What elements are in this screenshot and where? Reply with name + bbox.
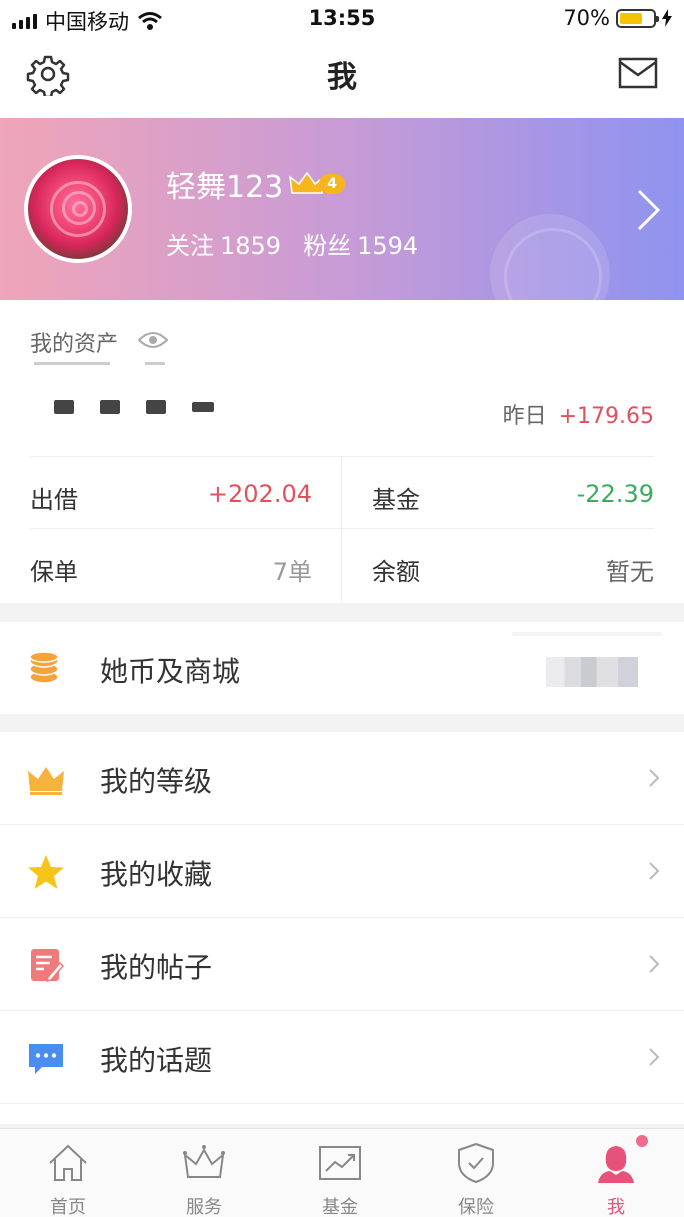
tab-fund[interactable]: 基金 — [272, 1129, 408, 1217]
eye-icon[interactable] — [138, 330, 168, 350]
follow-stats: 关注 1859 粉丝 1594 — [166, 226, 424, 261]
username: 轻舞123 4 — [166, 162, 346, 206]
coins-mall-row[interactable]: 她币及商城 — [0, 622, 684, 714]
user-icon — [598, 1146, 634, 1183]
menu-item-label: 我的收藏 — [100, 858, 213, 891]
menu-item-topics[interactable]: 我的话题 — [0, 1011, 684, 1104]
tab-me[interactable]: 我 — [548, 1129, 684, 1217]
chevron-right-icon — [649, 862, 660, 880]
chevron-right-icon — [649, 955, 660, 973]
assets-title: 我的资产 — [30, 332, 119, 357]
charging-icon — [662, 9, 672, 27]
blurred-line — [512, 632, 662, 636]
level-number: 4 — [319, 174, 346, 194]
status-bar: 中国移动 13:55 70% — [0, 0, 684, 40]
profile-banner[interactable]: 轻舞123 4 关注 1859 粉丝 1594 — [0, 118, 684, 300]
masked-balance — [54, 400, 214, 414]
page-title: 我 — [327, 60, 357, 95]
asset-cell-label: 出借 — [30, 486, 78, 514]
home-icon — [49, 1144, 87, 1181]
yesterday-label: 昨日 — [502, 404, 547, 429]
menu-item-favorites[interactable]: 我的收藏 — [0, 825, 684, 918]
tab-insurance[interactable]: 保险 — [408, 1129, 544, 1217]
menu-item-label: 我的帖子 — [100, 951, 213, 984]
coins-mall-label: 她币及商城 — [100, 655, 241, 688]
coins-icon — [29, 651, 59, 684]
menu-item-level[interactable]: 我的等级 — [0, 732, 684, 825]
tab-bar: 首页 服务 基金 保险 我 — [0, 1128, 684, 1217]
tab-home[interactable]: 首页 — [0, 1129, 136, 1217]
asset-cell-value: -22.39 — [576, 480, 654, 508]
avatar[interactable] — [24, 155, 132, 263]
chevron-right-icon[interactable] — [636, 188, 662, 232]
crown-icon — [28, 767, 64, 795]
chat-icon — [29, 1044, 63, 1074]
username-text: 轻舞123 — [166, 170, 284, 205]
battery-icon — [616, 8, 659, 28]
asset-cell-value: +202.04 — [207, 480, 312, 508]
tab-underline-small — [145, 362, 165, 365]
status-right: 70% — [563, 6, 672, 30]
menu-list: 我的等级 我的收藏 我的帖子 我的话题 — [0, 732, 684, 1124]
level-badge: 4 — [289, 171, 346, 197]
yuan-watermark-icon — [490, 214, 610, 300]
assets-card: 我的资产 昨日 +179.65 出借 +202.04 基金 -22.39 保单 7… — [0, 300, 684, 603]
tab-label: 基金 — [322, 1197, 358, 1217]
asset-cell-label: 余额 — [372, 558, 420, 586]
shield-icon — [458, 1142, 494, 1184]
post-icon — [31, 949, 65, 983]
asset-cell-value: 暂无 — [606, 558, 654, 586]
notification-dot — [636, 1135, 648, 1147]
tab-label: 保险 — [458, 1197, 494, 1217]
follow-count[interactable]: 1859 — [220, 232, 281, 260]
tab-services[interactable]: 服务 — [136, 1129, 272, 1217]
nav-bar: 我 — [0, 40, 684, 118]
gear-icon[interactable] — [26, 52, 70, 96]
signal-icon — [12, 13, 37, 29]
status-left: 中国移动 — [12, 6, 163, 36]
asset-cell-label: 基金 — [372, 486, 420, 514]
tab-label: 我 — [607, 1197, 625, 1217]
battery-percent: 70% — [563, 6, 610, 30]
fans-count[interactable]: 1594 — [357, 232, 418, 260]
menu-item-posts[interactable]: 我的帖子 — [0, 918, 684, 1011]
chevron-right-icon — [649, 1048, 660, 1066]
blurred-content — [546, 657, 638, 687]
chevron-right-icon — [649, 769, 660, 787]
menu-item-label: 我的话题 — [100, 1044, 213, 1077]
yesterday-earnings: 昨日 +179.65 — [503, 398, 654, 430]
menu-item-label: 我的等级 — [100, 765, 213, 798]
tab-underline — [34, 362, 110, 365]
tab-label: 首页 — [50, 1197, 86, 1217]
crown-outline-icon — [183, 1145, 225, 1178]
tab-label: 服务 — [186, 1197, 222, 1217]
yesterday-value: +179.65 — [558, 404, 654, 429]
chart-icon — [319, 1146, 361, 1180]
star-icon — [28, 855, 64, 889]
mail-icon[interactable] — [618, 56, 658, 90]
carrier-name: 中国移动 — [45, 10, 129, 34]
follow-label: 关注 — [166, 232, 214, 260]
asset-cell-value: 7单 — [272, 558, 312, 586]
asset-cell-label: 保单 — [30, 558, 78, 586]
fans-label: 粉丝 — [303, 232, 352, 260]
wifi-icon — [138, 12, 162, 30]
